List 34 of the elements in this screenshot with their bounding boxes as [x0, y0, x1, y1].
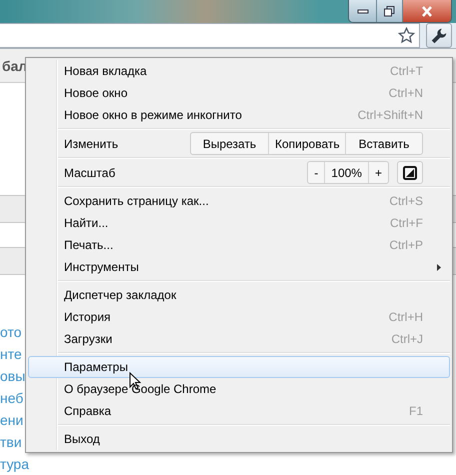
- restore-icon: [384, 6, 395, 16]
- fullscreen-icon: [403, 166, 417, 180]
- menu-item[interactable]: Сохранить страницу как... Ctrl+S: [28, 190, 450, 212]
- menu-item[interactable]: О браузере Google Chrome: [28, 378, 450, 400]
- menu-item[interactable]: Печать... Ctrl+P: [28, 234, 450, 256]
- menu-item[interactable]: Новая вкладка Ctrl+T: [28, 60, 450, 82]
- zoom-out-button[interactable]: -: [308, 162, 324, 183]
- minimize-icon: [356, 8, 368, 14]
- edit-button[interactable]: Копировать: [268, 133, 345, 154]
- menu-item[interactable]: Новое окно Ctrl+N: [28, 82, 450, 104]
- menu-item[interactable]: Загрузки Ctrl+J: [28, 328, 450, 350]
- edit-button[interactable]: Вставить: [345, 133, 422, 154]
- edit-button[interactable]: Вырезать: [191, 133, 268, 154]
- address-field[interactable]: [0, 23, 420, 48]
- fullscreen-button[interactable]: [397, 161, 423, 184]
- close-icon: [421, 6, 433, 16]
- menu-item[interactable]: Новое окно в режиме инкогнито Ctrl+Shift+N: [28, 104, 450, 126]
- zoom-in-button[interactable]: +: [368, 162, 388, 183]
- menu-item[interactable]: Найти... Ctrl+F: [28, 212, 450, 234]
- menu-item[interactable]: История Ctrl+H: [28, 306, 450, 328]
- menu-item[interactable]: Справка F1: [28, 400, 450, 422]
- menu-item[interactable]: Диспетчер закладок: [28, 284, 450, 306]
- restore-button[interactable]: [377, 0, 403, 22]
- menu-item[interactable]: Инструменты: [28, 256, 450, 278]
- close-button[interactable]: [403, 0, 451, 22]
- menu-label: Масштаб: [64, 166, 116, 180]
- menu-item[interactable]: Выход: [28, 428, 450, 450]
- menu-label: Изменить: [64, 136, 120, 150]
- wrench-icon: [430, 26, 448, 44]
- minimize-button[interactable]: [349, 0, 377, 22]
- submenu-arrow-icon: [437, 264, 441, 270]
- wrench-button[interactable]: [426, 23, 452, 48]
- zoom-level: 100%: [324, 162, 368, 183]
- star-icon[interactable]: [398, 27, 415, 44]
